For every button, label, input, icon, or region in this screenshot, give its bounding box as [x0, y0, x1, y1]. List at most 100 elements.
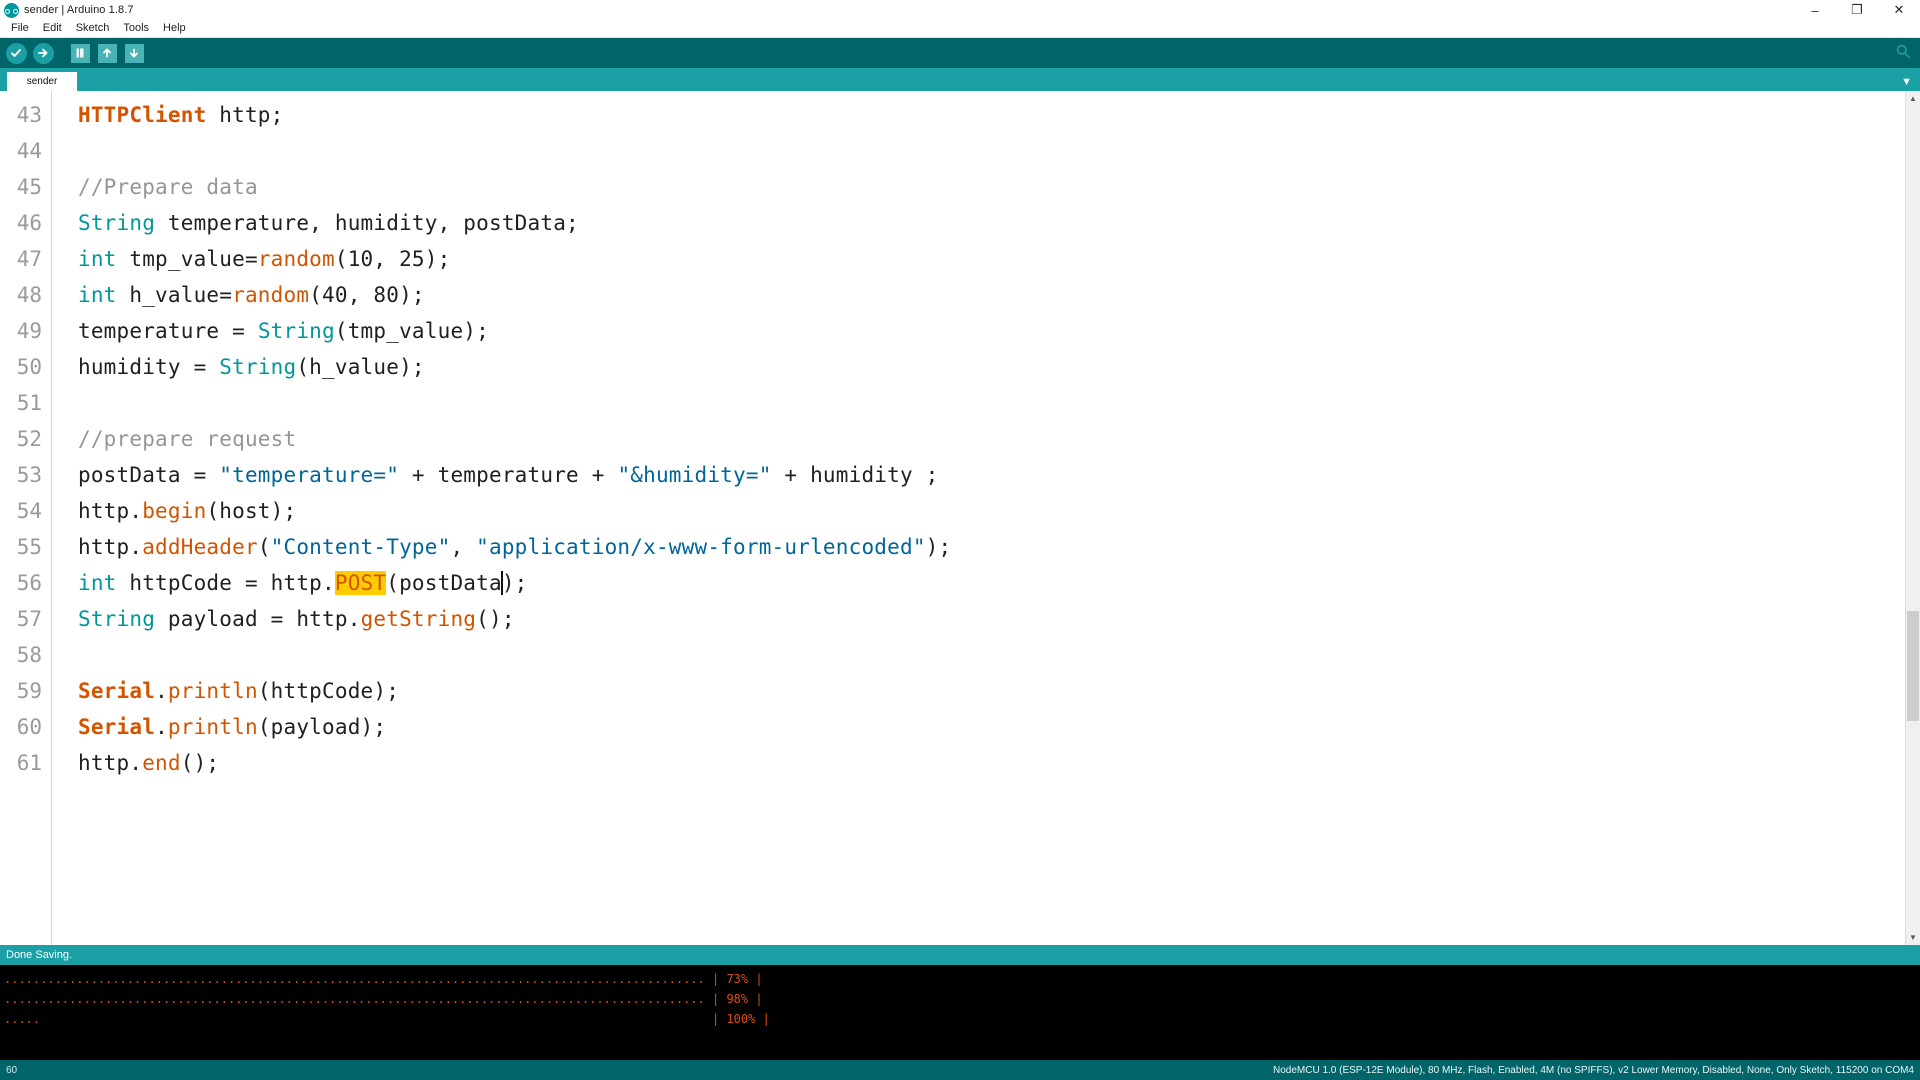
- caret-up-icon[interactable]: ▲: [1906, 91, 1920, 106]
- arrow-down-icon: [124, 43, 144, 63]
- code-line[interactable]: Serial.println(httpCode);: [78, 673, 1920, 709]
- code-token: (h_value);: [296, 355, 425, 379]
- code-line[interactable]: http.addHeader("Content-Type", "applicat…: [78, 529, 1920, 565]
- code-line[interactable]: postData = "temperature=" + temperature …: [78, 457, 1920, 493]
- code-line[interactable]: [78, 637, 1920, 673]
- code-token: (host);: [206, 499, 297, 523]
- window-controls: – ❐ ✕: [1794, 0, 1920, 20]
- code-token: http.: [78, 751, 143, 775]
- code-token: + temperature +: [399, 463, 618, 487]
- highlighted-token: POST: [334, 571, 387, 595]
- arduino-ide-window: sender | Arduino 1.8.7 – ❐ ✕ File Edit S…: [0, 0, 1920, 1080]
- code-token: );: [925, 535, 952, 559]
- menu-item-file[interactable]: File: [4, 20, 36, 37]
- code-line[interactable]: [78, 133, 1920, 169]
- cursor-line-indicator: 60: [6, 1064, 18, 1076]
- code-line[interactable]: int h_value=random(40, 80);: [78, 277, 1920, 313]
- serial-monitor-button[interactable]: [1892, 42, 1914, 64]
- code-token: temperature, humidity, postData;: [155, 211, 579, 235]
- code-token: HTTPClient: [78, 103, 207, 127]
- tab-sender[interactable]: sender: [7, 72, 77, 91]
- code-token: .: [155, 715, 168, 739]
- code-line[interactable]: Serial.println(payload);: [78, 709, 1920, 745]
- code-line[interactable]: String payload = http.getString();: [78, 601, 1920, 637]
- line-number: 54: [16, 499, 42, 523]
- code-token: int: [78, 283, 117, 307]
- arduino-infinity-icon: [4, 2, 19, 18]
- open-button[interactable]: [95, 41, 119, 65]
- new-file-icon: [70, 43, 90, 63]
- code-token: int: [78, 247, 117, 271]
- tab-strip: sender ▼: [0, 68, 1920, 91]
- close-button[interactable]: ✕: [1878, 0, 1920, 20]
- line-number: 52: [16, 427, 42, 451]
- board-info: NodeMCU 1.0 (ESP-12E Module), 80 MHz, Fl…: [1272, 1064, 1914, 1076]
- upload-button[interactable]: [31, 41, 55, 65]
- code-token: println: [167, 715, 258, 739]
- code-line[interactable]: http.begin(host);: [78, 493, 1920, 529]
- code-token: String: [219, 355, 297, 379]
- code-line[interactable]: //prepare request: [78, 421, 1920, 457]
- code-line[interactable]: //Prepare data: [78, 169, 1920, 205]
- code-token: payload = http.: [155, 607, 361, 631]
- code-token: String: [257, 319, 335, 343]
- code-line[interactable]: String temperature, humidity, postData;: [78, 205, 1920, 241]
- menu-item-tools[interactable]: Tools: [116, 20, 156, 37]
- line-number: 61: [16, 751, 42, 775]
- code-line[interactable]: int tmp_value=random(10, 25);: [78, 241, 1920, 277]
- line-number: 58: [16, 643, 42, 667]
- magnifier-icon: [1895, 43, 1911, 64]
- code-line[interactable]: humidity = String(h_value);: [78, 349, 1920, 385]
- code-token: "&humidity=": [617, 463, 772, 487]
- chevron-down-icon[interactable]: ▼: [1901, 77, 1912, 88]
- caret-down-icon[interactable]: ▼: [1906, 930, 1920, 945]
- code-token: .: [155, 679, 168, 703]
- code-token: begin: [142, 499, 207, 523]
- code-token: Serial: [78, 679, 156, 703]
- code-token: httpCode = http.: [116, 571, 335, 595]
- code-editor[interactable]: 43 44 45 46 47 48 49 50 51 52 53 54 55 56 57 58 59 60 61 H…: [0, 91, 1920, 945]
- code-content[interactable]: HTTPClient http; //Prepare data String tem…: [52, 91, 1920, 945]
- maximize-button[interactable]: ❐: [1836, 0, 1878, 20]
- scrollbar-thumb[interactable]: [1907, 611, 1919, 721]
- verify-button[interactable]: [4, 41, 28, 65]
- code-token: http.: [78, 535, 143, 559]
- title-bar: sender | Arduino 1.8.7 – ❐ ✕: [0, 0, 1920, 20]
- code-line[interactable]: [78, 385, 1920, 421]
- code-token: humidity =: [78, 355, 220, 379]
- status-message: Done Saving.: [6, 949, 73, 961]
- code-line[interactable]: HTTPClient http;: [78, 97, 1920, 133]
- line-number: 43: [16, 103, 42, 127]
- console-line: ........................................…: [4, 972, 763, 986]
- code-token: String: [78, 211, 156, 235]
- menu-item-sketch[interactable]: Sketch: [69, 20, 117, 37]
- code-token: getString: [360, 607, 477, 631]
- code-token: String: [78, 607, 156, 631]
- code-token: http;: [206, 103, 284, 127]
- editor-vertical-scrollbar[interactable]: ▲ ▼: [1905, 91, 1920, 945]
- code-token: random: [257, 247, 335, 271]
- code-line[interactable]: int httpCode = http.POST(postData);: [78, 565, 1920, 601]
- line-number: 44: [16, 139, 42, 163]
- console-output[interactable]: ........................................…: [0, 965, 1920, 1060]
- new-button[interactable]: [68, 41, 92, 65]
- code-token: http.: [78, 499, 143, 523]
- menu-item-edit[interactable]: Edit: [36, 20, 69, 37]
- line-number: 55: [16, 535, 42, 559]
- code-token: (postData: [386, 571, 502, 595]
- code-token: "Content-Type": [270, 535, 451, 559]
- line-number-gutter: 43 44 45 46 47 48 49 50 51 52 53 54 55 56 57 58 59 60 61: [0, 91, 52, 945]
- line-number: 60: [16, 715, 42, 739]
- arrow-right-icon: [32, 42, 54, 64]
- code-token: ();: [476, 607, 515, 631]
- code-token: (: [257, 535, 271, 559]
- code-line[interactable]: http.end();: [78, 745, 1920, 781]
- window-title: sender | Arduino 1.8.7: [24, 4, 134, 16]
- code-token: Serial: [78, 715, 156, 739]
- code-token: temperature =: [78, 319, 258, 343]
- menu-item-help[interactable]: Help: [156, 20, 193, 37]
- code-line[interactable]: temperature = String(tmp_value);: [78, 313, 1920, 349]
- minimize-button[interactable]: –: [1794, 0, 1836, 20]
- code-token: //Prepare data: [78, 175, 258, 199]
- save-button[interactable]: [122, 41, 146, 65]
